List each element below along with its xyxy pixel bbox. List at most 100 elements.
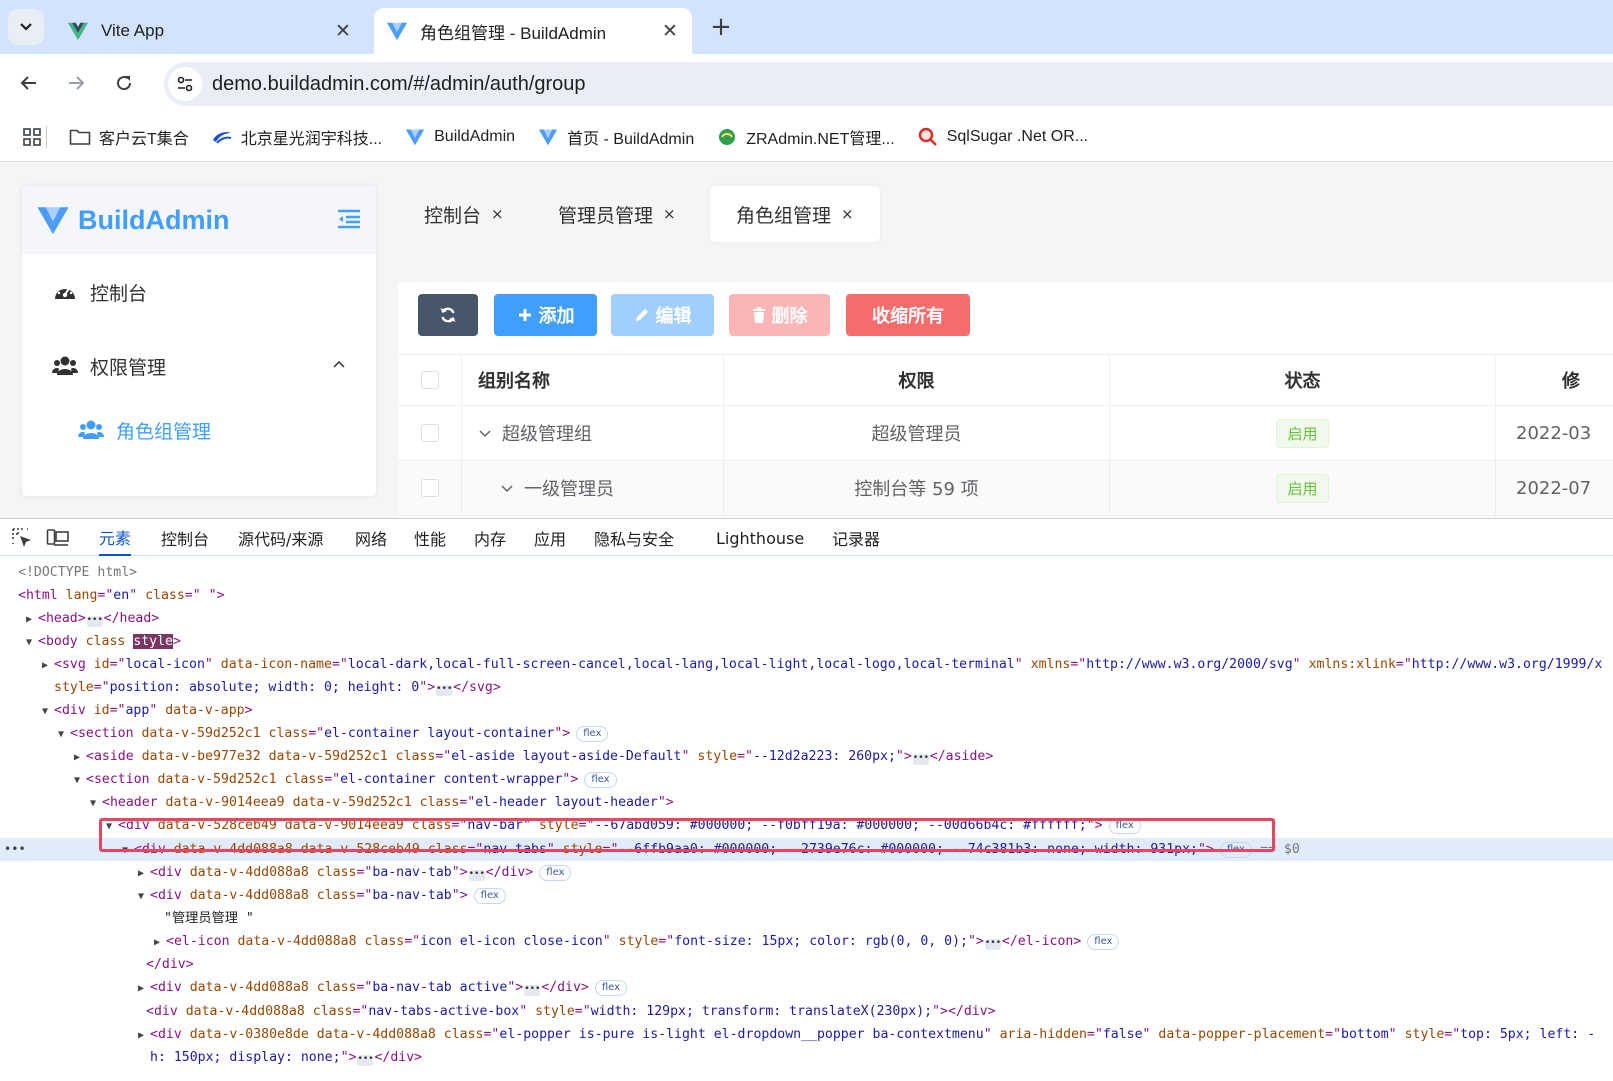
dom-node-el-icon[interactable]: ▶ <el-icon data-v-4dd088a8 class="icon el… — [0, 930, 1613, 953]
bookmark-folder[interactable]: 客户云T集合 — [69, 125, 189, 149]
browser-tab-buildadmin[interactable]: 角色组管理 - BuildAdmin ✕ — [374, 8, 692, 54]
ellipsis-icon[interactable]: ••• — [86, 616, 103, 627]
collapse-triangle-icon[interactable]: ▼ — [26, 631, 38, 654]
column-header[interactable]: 修 — [1496, 355, 1613, 405]
row-checkbox[interactable] — [420, 479, 439, 497]
devtools-tab-network[interactable]: 网络 — [355, 519, 387, 557]
apps-button[interactable] — [22, 127, 42, 147]
chevron-down-icon[interactable] — [478, 426, 492, 440]
expand-triangle-icon[interactable]: ▶ — [74, 746, 86, 769]
delete-button[interactable]: 删除 — [729, 294, 830, 336]
collapse-triangle-icon[interactable]: ▼ — [58, 723, 70, 746]
browser-tab-vite[interactable]: Vite App ✕ — [55, 8, 365, 54]
ellipsis-icon[interactable]: ••• — [436, 685, 452, 696]
dom-node-popper-cont[interactable]: h: 150px; display: none;">•••</div> — [0, 1046, 1613, 1069]
bookmark-item[interactable]: 首页 - BuildAdmin — [537, 125, 694, 149]
row-checkbox[interactable] — [420, 424, 439, 442]
devtools-tab-recorder[interactable]: 记录器 — [832, 519, 880, 557]
close-icon[interactable]: × — [841, 205, 854, 223]
close-icon[interactable]: ✕ — [333, 20, 353, 43]
expand-triangle-icon[interactable]: ▶ — [154, 931, 166, 954]
flex-badge[interactable]: flex — [539, 865, 572, 881]
collapse-triangle-icon[interactable]: ▼ — [138, 885, 150, 908]
bookmark-item[interactable]: BuildAdmin — [404, 126, 515, 148]
expand-triangle-icon[interactable]: ▶ — [138, 977, 150, 1000]
refresh-button[interactable] — [418, 294, 478, 336]
collapse-all-button[interactable]: 收缩所有 — [846, 294, 970, 336]
column-header[interactable]: 组别名称 — [462, 355, 724, 405]
site-info-button[interactable] — [168, 67, 202, 101]
dom-node-html[interactable]: <html lang="en" class=" "> — [0, 584, 1613, 607]
flex-badge[interactable]: flex — [594, 980, 628, 996]
edit-button[interactable]: 编辑 — [611, 294, 714, 336]
collapse-triangle-icon[interactable]: ▼ — [42, 700, 54, 723]
collapse-triangle-icon[interactable]: ▼ — [74, 769, 86, 792]
nav-tab-role-groups[interactable]: 角色组管理 × — [710, 186, 880, 242]
dom-node-doctype[interactable]: <!DOCTYPE html> — [0, 561, 1613, 584]
devtools-tab-performance[interactable]: 性能 — [414, 519, 446, 557]
bookmark-item[interactable]: ZRAdmin.NET管理... — [716, 125, 895, 149]
address-bar[interactable]: demo.buildadmin.com/#/admin/auth/group — [164, 62, 1613, 106]
devtools-tab-sources[interactable]: 源代码/来源 — [238, 519, 323, 557]
menu-fold-button[interactable] — [336, 208, 362, 234]
table-row[interactable]: 一级管理员 控制台等 59 项 启用 2022-07 — [398, 461, 1613, 516]
devtools-tab-application[interactable]: 应用 — [534, 519, 566, 557]
dom-node-close-div[interactable]: </div> — [0, 953, 1613, 976]
add-button[interactable]: 添加 — [494, 294, 597, 336]
reload-button[interactable] — [107, 66, 141, 100]
ellipsis-icon[interactable]: ••• — [357, 1055, 374, 1066]
sidebar-item-permissions[interactable]: 权限管理 — [22, 336, 376, 396]
nav-tab-admins[interactable]: 管理员管理 × — [532, 186, 702, 242]
dom-node-header[interactable]: ▼ <header data-v-9014eea9 data-v-59d252c1… — [0, 791, 1613, 814]
tab-search-button[interactable] — [8, 9, 44, 45]
devtools-tab-elements[interactable]: 元素 — [99, 519, 132, 557]
close-icon[interactable]: ✕ — [660, 20, 680, 43]
flex-badge[interactable]: flex — [473, 888, 506, 904]
dom-node-ba-nav-tab[interactable]: ▶ <div data-v-4dd088a8 class="ba-nav-tab"… — [0, 861, 1613, 884]
collapse-triangle-icon[interactable]: ▼ — [90, 792, 102, 815]
dom-node-svg-cont[interactable]: style="position: absolute; width: 0; hei… — [0, 676, 1613, 699]
close-icon[interactable]: × — [663, 205, 676, 223]
dom-node-section-content[interactable]: ▼ <section data-v-59d252c1 class="el-cont… — [0, 768, 1613, 791]
sidebar-item-dashboard[interactable]: 控制台 — [22, 262, 376, 322]
devtools-tab-console[interactable]: 控制台 — [161, 519, 209, 557]
flex-badge[interactable]: flex — [1087, 934, 1120, 950]
flex-badge[interactable]: flex — [584, 772, 617, 788]
dom-node-active-box[interactable]: <div data-v-4dd088a8 class="nav-tabs-act… — [0, 1000, 1613, 1023]
dom-node-ba-nav-tab-active[interactable]: ▶ <div data-v-4dd088a8 class="ba-nav-tab … — [0, 976, 1613, 999]
nav-tab-dashboard[interactable]: 控制台 × — [398, 186, 530, 242]
expand-triangle-icon[interactable]: ▶ — [26, 608, 38, 631]
back-button[interactable] — [12, 66, 46, 100]
ellipsis-icon[interactable]: ••• — [912, 754, 929, 765]
close-icon[interactable]: × — [491, 205, 504, 223]
dom-node-svg[interactable]: ▶ <svg id="local-icon" data-icon-name="lo… — [0, 653, 1613, 676]
forward-button[interactable] — [59, 66, 93, 100]
expand-triangle-icon[interactable]: ▶ — [138, 1024, 150, 1047]
column-header[interactable]: 状态 — [1110, 355, 1496, 405]
dom-node-section[interactable]: ▼ <section data-v-59d252c1 class="el-cont… — [0, 722, 1613, 745]
column-header[interactable]: 权限 — [724, 355, 1110, 405]
expand-triangle-icon[interactable]: ▶ — [138, 862, 150, 885]
devtools-tab-privacy[interactable]: 隐私与安全 — [594, 519, 674, 557]
devtools-tab-lighthouse[interactable]: Lighthouse — [716, 519, 804, 557]
dom-node-body[interactable]: ▼ <body class style> — [0, 630, 1613, 653]
chevron-down-icon[interactable] — [500, 481, 514, 495]
inspect-element-button[interactable] — [10, 527, 34, 549]
dom-node-popper[interactable]: ▶ <div data-v-0380e8de data-v-4dd088a8 cl… — [0, 1023, 1613, 1046]
device-toolbar-button[interactable] — [46, 527, 70, 549]
bookmark-item[interactable]: 北京星光润宇科技... — [211, 125, 382, 149]
table-row[interactable]: 超级管理组 超级管理员 启用 2022-03 — [398, 406, 1613, 461]
ellipsis-icon[interactable]: ••• — [524, 985, 540, 996]
devtools-tab-memory[interactable]: 内存 — [474, 519, 506, 557]
flex-badge[interactable]: flex — [576, 726, 609, 742]
expand-triangle-icon[interactable]: ▶ — [42, 654, 54, 677]
dom-node-app[interactable]: ▼ <div id="app" data-v-app> — [0, 699, 1613, 722]
dom-text-node[interactable]: "管理员管理 " — [0, 907, 1613, 930]
ellipsis-icon[interactable]: ••• — [468, 870, 485, 881]
sidebar-item-role-groups[interactable]: 角色组管理 — [22, 400, 376, 460]
ellipsis-icon[interactable]: ••• — [984, 939, 1001, 950]
dom-node-aside[interactable]: ▶ <aside data-v-be977e32 data-v-59d252c1 … — [0, 745, 1613, 768]
bookmark-item[interactable]: SqlSugar .Net OR... — [917, 126, 1088, 148]
select-all-checkbox[interactable] — [420, 371, 439, 389]
dom-node-ba-nav-tab[interactable]: ▼ <div data-v-4dd088a8 class="ba-nav-tab"… — [0, 884, 1613, 907]
